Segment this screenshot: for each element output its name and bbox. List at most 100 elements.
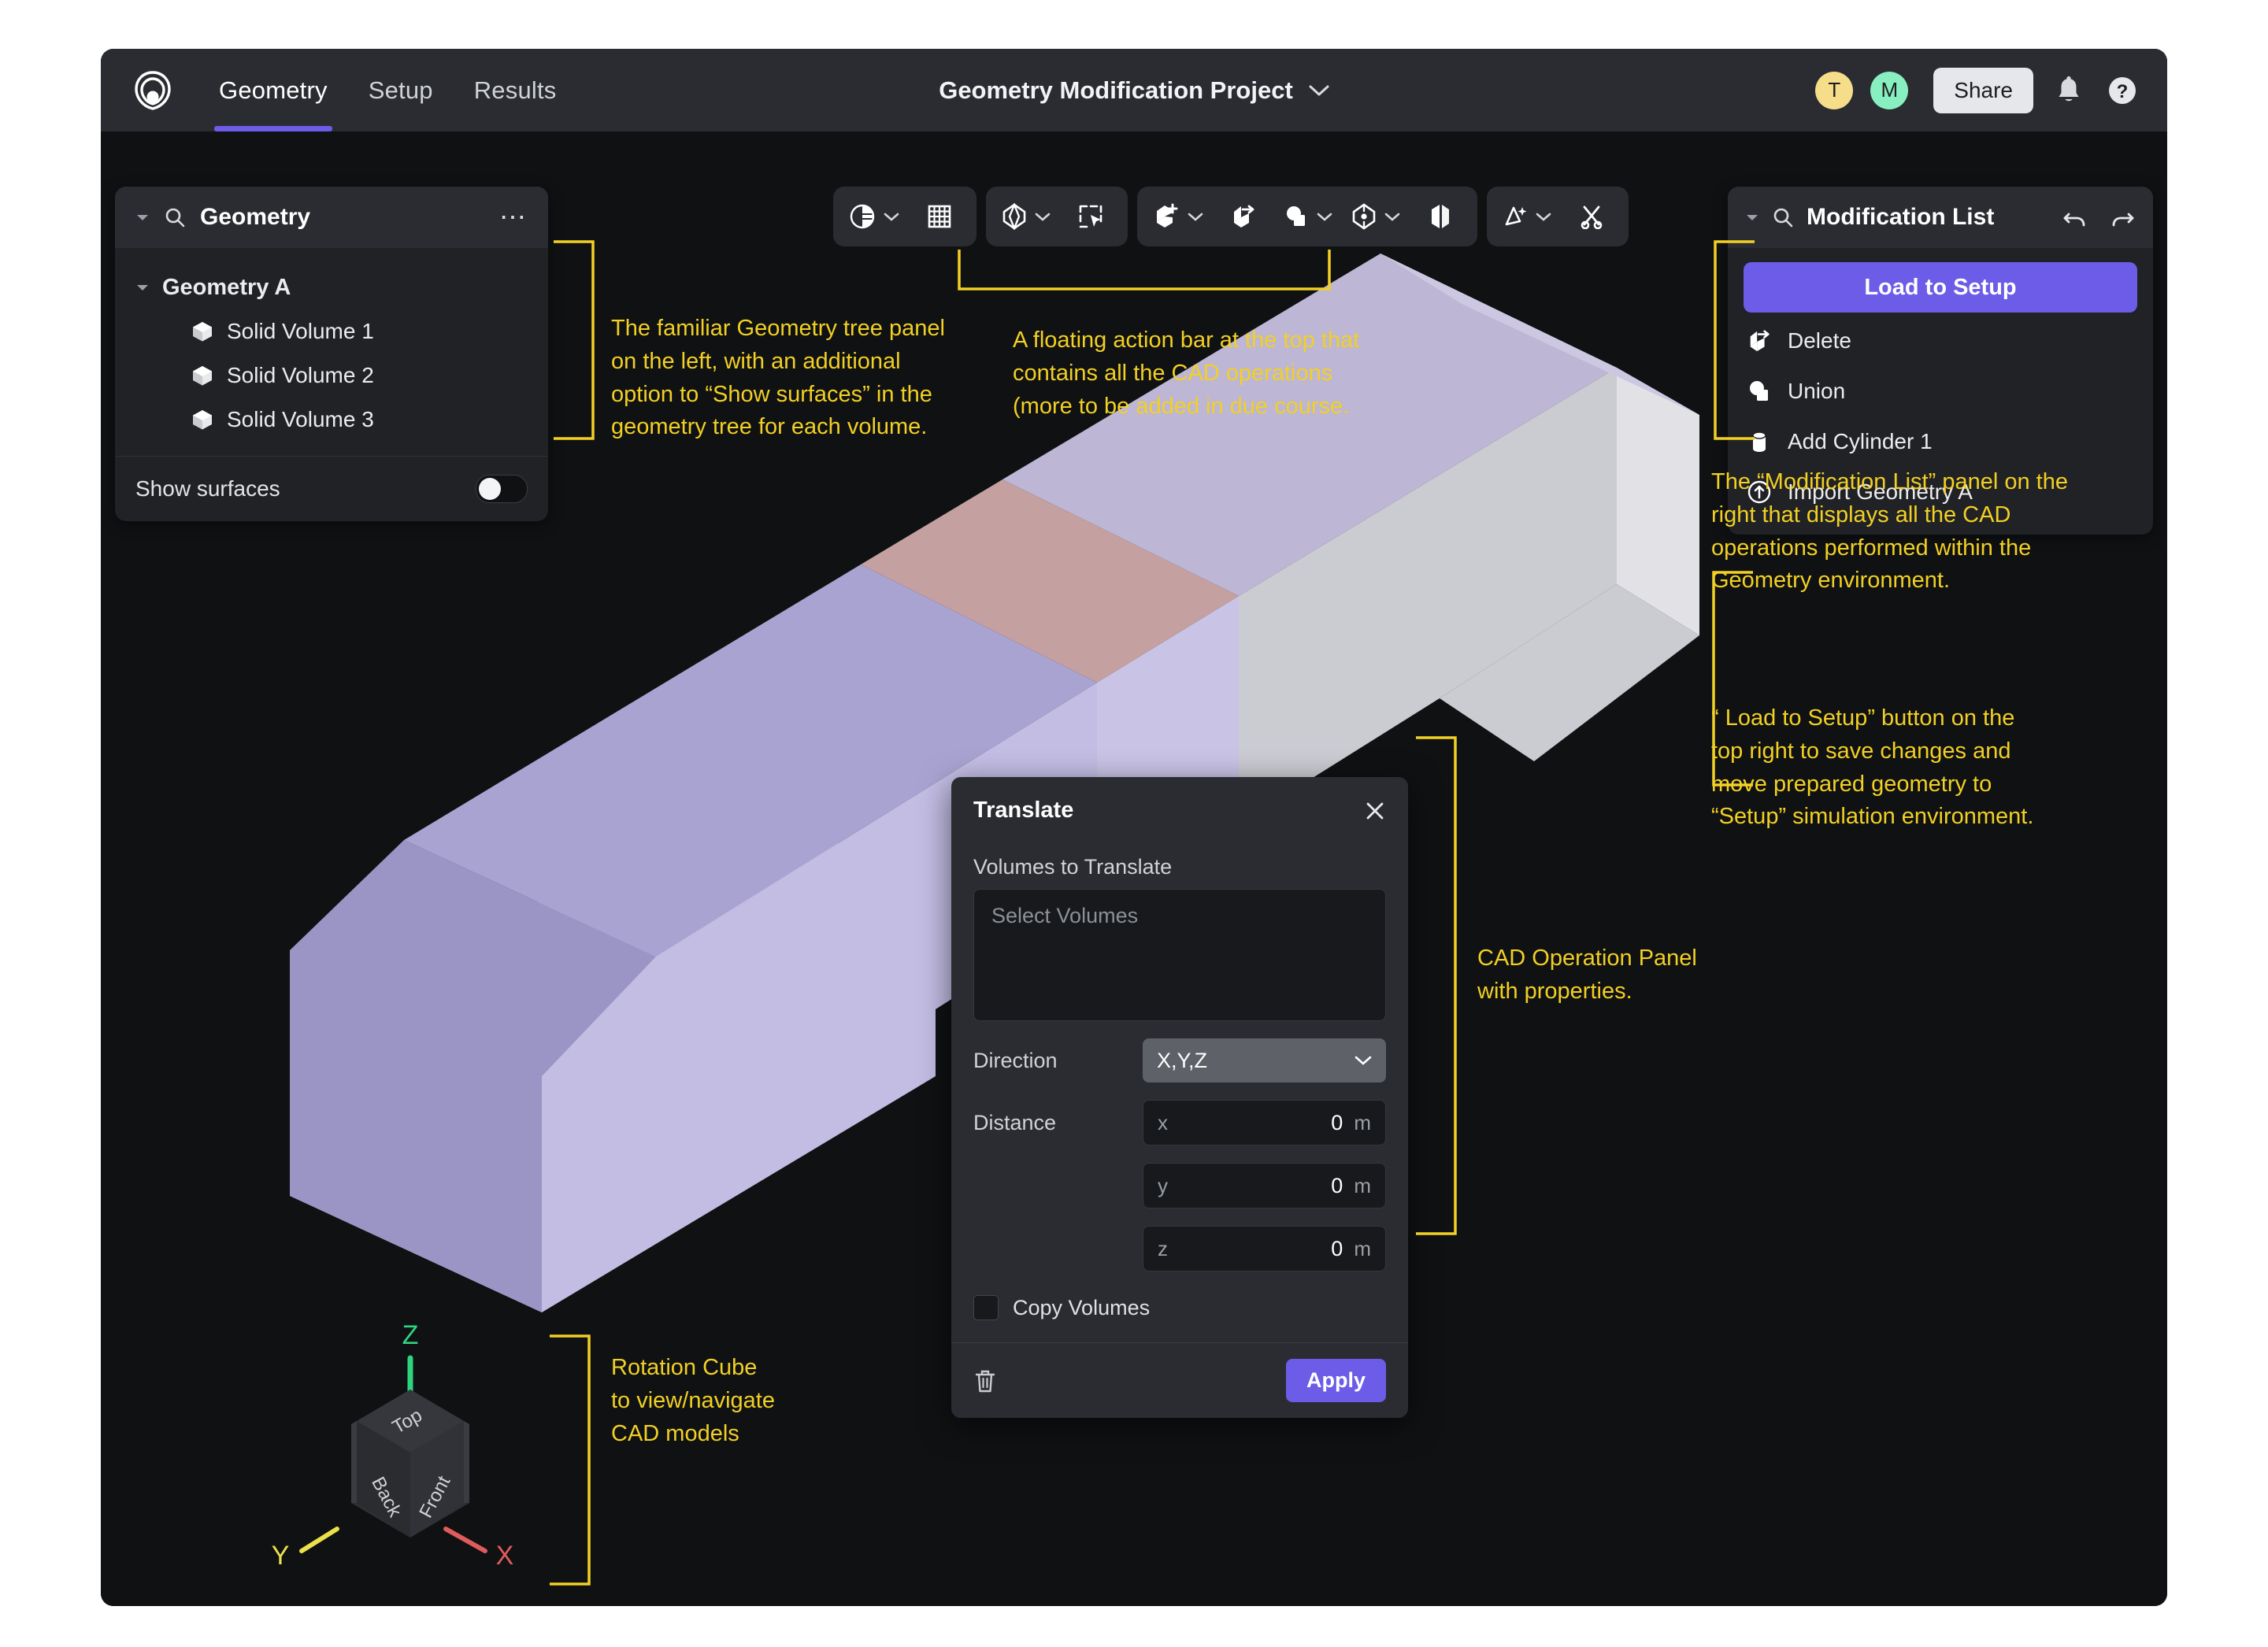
distance-x-input[interactable]: x 0 m [1143, 1100, 1386, 1145]
load-to-setup-button[interactable]: Load to Setup [1744, 262, 2137, 313]
luminary-spiral-logo-icon[interactable] [131, 68, 175, 113]
chevron-down-icon [1354, 1055, 1372, 1066]
toolbar-group-cad-ops [1137, 187, 1477, 246]
translate-dialog-body: Volumes to Translate Select Volumes Dire… [951, 831, 1408, 1342]
copy-volumes-label: Copy Volumes [1013, 1295, 1151, 1319]
rotation-cube[interactable]: Top Back Front Z Y X [219, 1305, 573, 1588]
tree-item-solid-volume-3[interactable]: Solid Volume 3 [115, 398, 548, 442]
annotation-toolbar: A floating action bar at the top that co… [1013, 328, 1360, 419]
toolbar-group-display [833, 187, 976, 246]
volumes-to-translate-label: Volumes to Translate [973, 855, 1173, 879]
transform-icon[interactable] [1343, 193, 1408, 240]
delete-volume-icon [1747, 328, 1772, 353]
show-surfaces-toggle[interactable] [476, 475, 528, 503]
mod-item-delete[interactable]: Delete [1744, 319, 2137, 363]
viewport-3d[interactable]: Geometry ⋯ Geometry A Solid Volume 1 Sol… [101, 131, 2167, 1606]
chevron-down-icon[interactable] [1188, 212, 1203, 222]
tree-item-solid-volume-1[interactable]: Solid Volume 1 [115, 309, 548, 353]
share-button[interactable]: Share [1933, 67, 2033, 113]
header-actions: T M Share ? [1815, 49, 2140, 131]
copy-volumes-row: Copy Volumes [973, 1295, 1386, 1320]
cube-icon [191, 364, 214, 387]
tab-results[interactable]: Results [454, 49, 577, 131]
translate-dialog-header: Translate [951, 777, 1408, 831]
notification-bell-icon[interactable] [2051, 72, 2087, 109]
mod-item-label: Add Cylinder 1 [1788, 429, 1933, 453]
modification-list-title: Modification List [1807, 204, 1995, 230]
cube-icon [191, 320, 214, 343]
copy-volumes-checkbox[interactable] [973, 1295, 999, 1320]
caret-down-icon[interactable] [1745, 213, 1759, 222]
translate-dialog-footer: Apply [951, 1342, 1408, 1418]
distance-row-y: y 0 m [973, 1163, 1386, 1208]
add-primitive-icon[interactable] [1145, 193, 1211, 240]
chevron-down-icon[interactable] [884, 212, 899, 222]
show-surfaces-row: Show surfaces [115, 456, 548, 521]
toggle-knob [479, 478, 501, 500]
grid-mesh-icon[interactable] [910, 193, 969, 240]
tab-setup[interactable]: Setup [348, 49, 454, 131]
chevron-down-icon[interactable] [1317, 212, 1332, 222]
annotation-geometry-tree: The familiar Geometry tree panel on the … [611, 316, 945, 440]
delete-volume-icon[interactable] [1214, 193, 1273, 240]
tree-group-geometry-a[interactable]: Geometry A [115, 265, 548, 309]
select-volumes-input[interactable]: Select Volumes [973, 889, 1386, 1021]
chevron-down-icon[interactable] [1035, 212, 1051, 222]
more-options-icon[interactable]: ⋯ [499, 202, 528, 233]
distance-x-unit: m [1354, 1110, 1371, 1134]
select-volume-icon[interactable] [994, 193, 1058, 240]
distance-z-input[interactable]: z 0 m [1143, 1226, 1386, 1271]
distance-z-axis: z [1158, 1236, 1168, 1260]
app-header: Geometry Setup Results Geometry Modifica… [101, 49, 2167, 131]
geometry-tree-header: Geometry ⋯ [115, 187, 548, 248]
annotation-rotation-cube: Rotation Cube to view/navigate CAD model… [611, 1355, 775, 1446]
distance-z-unit: m [1354, 1236, 1371, 1260]
chevron-down-icon[interactable] [1536, 212, 1551, 222]
distance-y-value: 0 [1331, 1173, 1343, 1197]
annotation-modification-list: The “Modification List” panel on the rig… [1711, 469, 2068, 594]
box-select-icon[interactable] [1062, 193, 1120, 240]
distance-y-input[interactable]: y 0 m [1143, 1163, 1386, 1208]
tab-setup-label: Setup [368, 76, 433, 104]
toolbar-group-selection [986, 187, 1128, 246]
page-title[interactable]: Geometry Modification Project [939, 76, 1293, 105]
apply-button[interactable]: Apply [1285, 1359, 1386, 1402]
show-surfaces-label: Show surfaces [135, 476, 280, 501]
mod-item-add-cylinder[interactable]: Add Cylinder 1 [1744, 420, 2137, 464]
caret-down-icon[interactable] [135, 283, 150, 292]
trash-icon[interactable] [973, 1368, 997, 1393]
shaded-sphere-display-icon[interactable] [841, 193, 907, 240]
direction-select[interactable]: X,Y,Z [1143, 1038, 1386, 1083]
mod-item-union[interactable]: Union [1744, 369, 2137, 413]
axis-label-z: Z [402, 1320, 419, 1350]
avatar[interactable]: T [1815, 71, 1854, 109]
tab-geometry[interactable]: Geometry [198, 49, 348, 131]
chevron-down-icon[interactable] [1309, 84, 1329, 97]
tab-results-label: Results [473, 76, 557, 104]
main-nav: Geometry Setup Results [198, 49, 577, 131]
distance-row-x: Distance x 0 m [973, 1100, 1386, 1145]
magic-wand-icon[interactable] [1495, 193, 1559, 240]
mirror-icon[interactable] [1411, 193, 1469, 240]
distance-label: Distance [973, 1110, 1057, 1134]
avatar[interactable]: M [1870, 71, 1909, 109]
tree-item-label: Solid Volume 1 [227, 319, 374, 343]
search-icon[interactable] [164, 206, 186, 228]
tree-group-label: Geometry A [162, 274, 291, 300]
caret-down-icon[interactable] [135, 213, 150, 222]
geometry-tree-title: Geometry [200, 204, 311, 230]
search-icon[interactable] [1772, 206, 1794, 228]
redo-icon[interactable] [2110, 205, 2136, 229]
tree-item-solid-volume-2[interactable]: Solid Volume 2 [115, 353, 548, 398]
translate-dialog-title: Translate [973, 798, 1074, 823]
boolean-union-icon [1747, 379, 1772, 404]
scissors-cut-icon[interactable] [1562, 193, 1621, 240]
distance-y-unit: m [1354, 1173, 1371, 1197]
application-window: Geometry Setup Results Geometry Modifica… [101, 49, 2167, 1606]
modification-list-header: Modification List [1728, 187, 2153, 248]
close-icon[interactable] [1364, 800, 1386, 822]
boolean-union-icon[interactable] [1276, 193, 1340, 240]
undo-icon[interactable] [2062, 205, 2087, 229]
help-question-icon[interactable]: ? [2104, 72, 2140, 109]
chevron-down-icon[interactable] [1384, 212, 1400, 222]
